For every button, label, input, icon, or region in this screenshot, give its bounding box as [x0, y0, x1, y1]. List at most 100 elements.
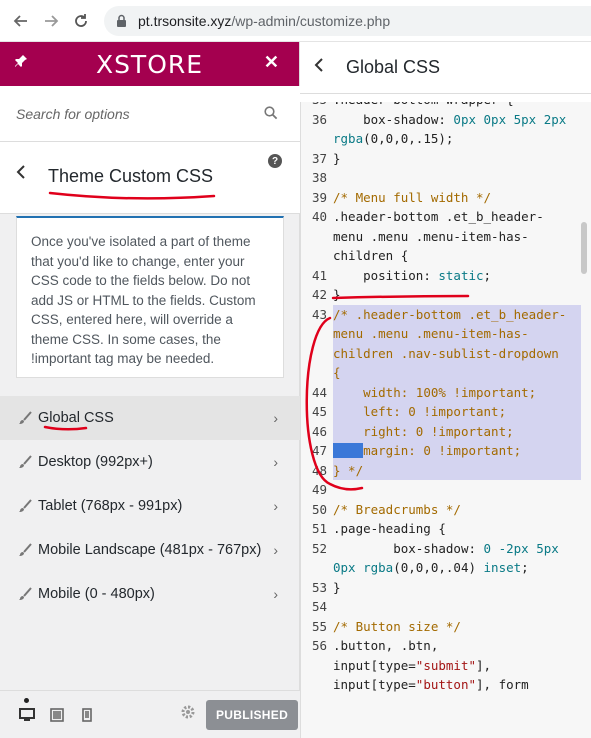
code-text[interactable]: /* Button size */	[333, 617, 581, 637]
code-text[interactable]: box-shadow: 0 -2px 5px	[333, 539, 581, 559]
code-token: width: 100% !important;	[333, 384, 537, 400]
code-text[interactable]: menu .menu .menu-item-has-	[333, 227, 581, 247]
section-item-mobile-landscape[interactable]: Mobile Landscape (481px - 767px) ›	[0, 528, 300, 572]
brush-icon	[18, 543, 32, 557]
code-token: margin: 0 !important;	[363, 443, 522, 458]
pin-icon[interactable]	[14, 54, 28, 71]
forward-arrow-icon[interactable]	[38, 8, 64, 34]
code-line: 39 /* Menu full width */	[301, 188, 581, 208]
code-line: 42}	[301, 285, 581, 305]
editor-title: Global CSS	[346, 57, 441, 77]
code-line: 49 ​	[301, 480, 581, 500]
code-token: 0px 0px 5px 2px	[453, 111, 567, 127]
mobile-preview-icon[interactable]	[78, 707, 96, 722]
line-number: 52	[311, 540, 327, 556]
code-text[interactable]: ​	[333, 480, 581, 500]
line-number	[301, 227, 333, 247]
help-icon[interactable]: ?	[268, 154, 282, 168]
code-text[interactable]: .button, .btn,	[333, 636, 581, 656]
section-item-mobile[interactable]: Mobile (0 - 480px) ›	[0, 572, 300, 616]
code-text[interactable]: .page-heading {	[333, 519, 581, 539]
section-item-desktop[interactable]: Desktop (992px+) ›	[0, 440, 300, 484]
code-text[interactable]: /* .header-bottom .et_b_header-	[333, 304, 581, 324]
code-token: "button"	[415, 677, 477, 692]
code-text[interactable]: position: static;	[333, 266, 581, 286]
brand-header: XSTORE ✕	[0, 42, 299, 86]
code-line: 36 box-shadow: 0px 0px 5px 2px	[301, 110, 581, 130]
back-chevron-icon[interactable]	[16, 164, 26, 185]
code-line: 47 margin: 0 !important;	[301, 441, 581, 461]
desktop-preview-icon[interactable]	[18, 697, 36, 722]
code-token: "submit"	[415, 657, 477, 673]
line-number: 44	[311, 384, 327, 400]
code-text[interactable]: {	[333, 363, 581, 383]
code-line: 35.header-bottom-wrapper {	[301, 102, 581, 110]
tablet-preview-icon[interactable]	[48, 707, 66, 722]
editor-scrollbar[interactable]	[581, 222, 587, 274]
code-text[interactable]: }	[333, 578, 581, 598]
code-text[interactable]: right: 0 !important;	[333, 421, 581, 441]
css-code-editor[interactable]: 35.header-bottom-wrapper {36 box-shadow:…	[300, 102, 591, 738]
brush-icon	[18, 411, 32, 425]
code-text[interactable]: children .nav-sublist-dropdown	[333, 343, 581, 363]
line-number: 45	[311, 404, 327, 419]
gear-icon[interactable]	[180, 704, 196, 725]
line-number: 41	[311, 267, 327, 283]
code-line: children .nav-sublist-dropdown	[301, 343, 581, 363]
reload-icon[interactable]	[68, 8, 94, 34]
section-item-global-css[interactable]: Global CSS ›	[0, 396, 300, 440]
code-line: 54 ​	[301, 597, 581, 617]
close-icon[interactable]: ✕	[264, 52, 279, 73]
address-bar[interactable]: pt.trsonsite.xyz/wp-admin/customize.php	[104, 5, 591, 36]
code-token: }	[333, 287, 341, 302]
back-arrow-icon[interactable]	[8, 8, 34, 34]
line-number: 38	[311, 170, 327, 185]
code-text[interactable]: box-shadow: 0px 0px 5px 2px	[333, 110, 581, 130]
code-token: left: 0 !important;	[333, 404, 507, 419]
code-text[interactable]: }	[333, 285, 581, 305]
code-token: inset	[483, 560, 522, 575]
code-line: 46 right: 0 !important;	[301, 421, 581, 441]
code-text[interactable]: ​	[333, 168, 581, 188]
section-item-tablet[interactable]: Tablet (768px - 991px) ›	[0, 484, 300, 528]
code-text[interactable]: .header-bottom-wrapper {	[333, 102, 581, 110]
code-token: }	[333, 579, 341, 595]
code-text[interactable]: input[type="submit"],	[333, 656, 581, 676]
code-line: 51 .page-heading {	[301, 519, 581, 539]
code-text[interactable]: rgba(0,0,0,.15);	[333, 129, 581, 149]
chevron-right-icon: ›	[273, 454, 278, 470]
code-text[interactable]: margin: 0 !important;	[333, 441, 581, 461]
code-line: children {	[301, 246, 581, 266]
code-line: {	[301, 363, 581, 383]
code-text[interactable]: } */	[333, 460, 581, 480]
code-text[interactable]: .header-bottom .et_b_header-	[333, 207, 581, 227]
css-editor-panel: Global CSS 35.header-bottom-wrapper {36 …	[300, 42, 591, 738]
code-token: menu .menu .menu-item-has-	[333, 326, 529, 341]
code-token: input[type=	[333, 677, 416, 692]
code-token: ;	[483, 267, 492, 283]
code-text[interactable]: /* Breadcrumbs */	[333, 500, 581, 520]
code-text[interactable]: 0px rgba(0,0,0,.04) inset;	[333, 558, 581, 578]
back-chevron-icon[interactable]	[314, 57, 324, 78]
code-text[interactable]: left: 0 !important;	[333, 402, 581, 422]
code-token: ;	[521, 560, 529, 575]
code-token: .header-bottom-wrapper {	[333, 102, 514, 107]
code-line: 40 .header-bottom .et_b_header-	[301, 207, 581, 227]
code-text[interactable]: menu .menu .menu-item-has-	[333, 324, 581, 344]
code-text[interactable]: children {	[333, 246, 581, 266]
code-token	[333, 443, 364, 458]
published-button[interactable]: PUBLISHED	[206, 699, 299, 730]
editor-header: Global CSS	[300, 42, 591, 94]
code-token: (0,0,0,.15);	[363, 131, 454, 146]
search-input[interactable]	[16, 102, 256, 126]
code-token: /* Breadcrumbs */	[333, 501, 461, 517]
section-item-label: Desktop (992px+)	[38, 454, 153, 470]
search-icon[interactable]	[264, 106, 278, 125]
code-token: 0px	[333, 560, 364, 575]
code-text[interactable]: width: 100% !important;	[333, 382, 581, 402]
code-text[interactable]: /* Menu full width */	[333, 188, 581, 208]
code-text[interactable]: }	[333, 149, 581, 169]
line-number: 47	[311, 443, 327, 458]
code-text[interactable]: ​	[333, 597, 581, 617]
code-text[interactable]: input[type="button"], form	[333, 675, 581, 695]
